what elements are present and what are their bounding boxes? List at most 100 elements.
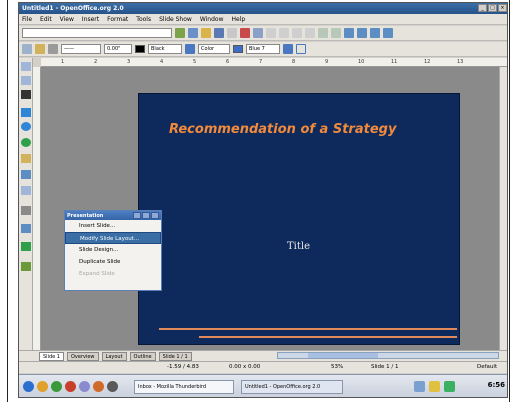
- ruler-tick: 3: [127, 59, 131, 65]
- menu-format[interactable]: Format: [107, 16, 128, 23]
- panel-item-slide-design[interactable]: Slide Design...: [65, 244, 161, 256]
- panel-dock-button[interactable]: [142, 212, 150, 219]
- taskbar-task-office[interactable]: Untitled1 - OpenOffice.org 2.0: [241, 380, 343, 394]
- display-grid-icon[interactable]: [296, 44, 306, 54]
- points-icon[interactable]: [21, 224, 31, 233]
- window-titlebar[interactable]: Untitled1 - OpenOffice.org 2.0 _ □ ×: [19, 3, 507, 14]
- maximize-button[interactable]: □: [488, 4, 497, 12]
- menu-help[interactable]: Help: [232, 16, 246, 23]
- start-menu-icon[interactable]: [23, 381, 34, 392]
- zoom-icon[interactable]: [21, 76, 31, 85]
- files-icon[interactable]: [79, 381, 90, 392]
- menu-file[interactable]: File: [22, 16, 32, 23]
- mail-icon[interactable]: [51, 381, 62, 392]
- edit-file-icon[interactable]: [175, 28, 185, 38]
- menu-tools[interactable]: Tools: [136, 16, 151, 23]
- navigator-icon[interactable]: [383, 28, 393, 38]
- rotate-icon[interactable]: [21, 206, 31, 215]
- ruler-tick: 2: [94, 59, 98, 65]
- status-layout: Default: [477, 364, 498, 370]
- tab-layout[interactable]: Layout: [101, 351, 127, 361]
- settings-icon[interactable]: [107, 381, 118, 392]
- ellipse-icon[interactable]: [21, 122, 31, 131]
- email-icon[interactable]: [227, 28, 237, 38]
- menubar: File Edit View Insert Format Tools Slide…: [19, 14, 507, 25]
- menu-edit[interactable]: Edit: [40, 16, 52, 23]
- table-icon[interactable]: [357, 28, 367, 38]
- curve-icon[interactable]: [21, 138, 31, 147]
- menu-slide-show[interactable]: Slide Show: [159, 16, 192, 23]
- panel-item-insert-slide[interactable]: Insert Slide...: [65, 220, 161, 232]
- menu-view[interactable]: View: [60, 16, 74, 23]
- tab-outline[interactable]: Outline: [129, 351, 156, 361]
- chart-icon[interactable]: [344, 28, 354, 38]
- ruler-tick: 12: [424, 59, 431, 65]
- menu-insert[interactable]: Insert: [82, 16, 99, 23]
- panel-close-button[interactable]: [151, 212, 159, 219]
- styles-icon[interactable]: [22, 44, 32, 54]
- open-folder-icon[interactable]: [201, 28, 211, 38]
- new-document-icon[interactable]: [188, 28, 198, 38]
- scroll-thumb[interactable]: [308, 353, 378, 358]
- line-style-select[interactable]: ——: [61, 44, 101, 54]
- vertical-scrollbar[interactable]: [499, 67, 507, 350]
- area-color-select[interactable]: Blue 7: [246, 44, 280, 54]
- tray-battery-icon[interactable]: [444, 381, 455, 392]
- slide-subtitle[interactable]: Title: [287, 241, 310, 252]
- tray-volume-icon[interactable]: [429, 381, 440, 392]
- horizontal-scrollbar[interactable]: [277, 352, 499, 359]
- taskbar-task-mail[interactable]: Inbox - Mozilla Thunderbird: [134, 380, 234, 394]
- show-draw-functions-icon[interactable]: [370, 28, 380, 38]
- tab-slide[interactable]: Slide 1: [39, 351, 64, 361]
- statusbar: -1.59 / 4.83 0.00 x 0.00 53% Slide 1 / 1…: [19, 361, 507, 373]
- os-taskbar: Inbox - Mozilla Thunderbird Untitled1 - …: [19, 374, 507, 397]
- arrow-line-icon[interactable]: [21, 186, 31, 195]
- ruler-tick: 8: [292, 59, 296, 65]
- area-style-select[interactable]: Color: [198, 44, 230, 54]
- slide-canvas[interactable]: Recommendation of a Strategy Title: [138, 93, 460, 345]
- tray-network-icon[interactable]: [414, 381, 425, 392]
- presentation-panel: Presentation Insert Slide... Modify Slid…: [64, 210, 162, 291]
- arrow-style-icon[interactable]: [48, 44, 58, 54]
- line-width-field[interactable]: 0.00": [104, 44, 132, 54]
- paste-icon[interactable]: [305, 28, 315, 38]
- line-tool-icon[interactable]: [21, 154, 31, 163]
- slide-title[interactable]: Recommendation of a Strategy: [169, 122, 396, 137]
- line-color-select[interactable]: Black: [148, 44, 182, 54]
- redo-icon[interactable]: [331, 28, 341, 38]
- copy-icon[interactable]: [292, 28, 302, 38]
- minimize-button[interactable]: _: [478, 4, 487, 12]
- line-icon[interactable]: [35, 44, 45, 54]
- connector-icon[interactable]: [21, 170, 31, 179]
- panel-titlebar[interactable]: Presentation: [65, 211, 161, 220]
- status-zoom[interactable]: 53%: [331, 364, 343, 370]
- terminal-icon[interactable]: [65, 381, 76, 392]
- clock[interactable]: 6:56: [488, 381, 505, 389]
- panel-title: Presentation: [67, 212, 104, 219]
- office-icon[interactable]: [93, 381, 104, 392]
- text-icon[interactable]: [21, 90, 31, 99]
- gallery-icon[interactable]: [21, 242, 31, 251]
- area-icon[interactable]: [185, 44, 195, 54]
- spellcheck-icon[interactable]: [266, 28, 276, 38]
- print-icon[interactable]: [253, 28, 263, 38]
- panel-item-modify-layout[interactable]: Modify Slide Layout...: [65, 232, 161, 244]
- undo-icon[interactable]: [318, 28, 328, 38]
- tab-overview[interactable]: Overview: [66, 351, 99, 361]
- load-url-field[interactable]: [22, 28, 172, 38]
- panel-menu-button[interactable]: [133, 212, 141, 219]
- save-icon[interactable]: [214, 28, 224, 38]
- select-icon[interactable]: [21, 62, 31, 71]
- shadow-icon[interactable]: [283, 44, 293, 54]
- panel-item-duplicate-slide[interactable]: Duplicate Slide: [65, 256, 161, 268]
- drawing-toolbar: [19, 58, 33, 350]
- rectangle-icon[interactable]: [21, 108, 31, 117]
- menu-window[interactable]: Window: [200, 16, 224, 23]
- effects-icon[interactable]: [21, 262, 31, 271]
- tab-slide-count[interactable]: Slide 1 / 1: [158, 351, 192, 361]
- close-button[interactable]: ×: [498, 4, 507, 12]
- cut-icon[interactable]: [279, 28, 289, 38]
- area-color-swatch: [233, 45, 243, 53]
- browser-icon[interactable]: [37, 381, 48, 392]
- export-pdf-icon[interactable]: [240, 28, 250, 38]
